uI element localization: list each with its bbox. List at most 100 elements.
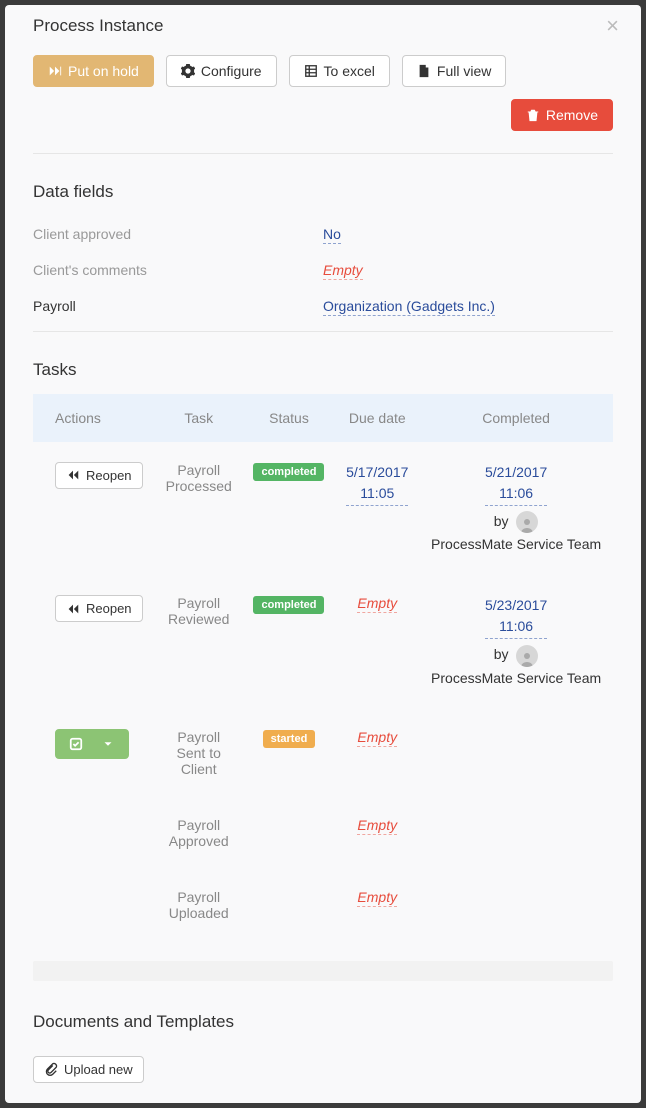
task-due-cell: Empty xyxy=(335,869,419,941)
toolbar: Put on hold Configure To excel Full view xyxy=(5,37,641,153)
col-status: Status xyxy=(243,394,336,442)
file-icon xyxy=(417,64,431,78)
data-field-row: Client's commentsEmpty xyxy=(33,252,613,288)
task-status-cell: started xyxy=(243,709,336,797)
task-name: PayrollSent toClient xyxy=(155,709,243,797)
documents-title: Documents and Templates xyxy=(33,1012,613,1032)
task-status-cell xyxy=(243,797,336,869)
completed-by-line: by xyxy=(429,643,603,666)
avatar-icon xyxy=(516,645,538,667)
task-status-cell: completed xyxy=(243,442,336,576)
task-row: PayrollUploaded Empty xyxy=(33,869,613,941)
tasks-table: Actions Task Status Due date Completed R… xyxy=(33,394,613,941)
task-action-cell xyxy=(33,709,155,797)
data-field-row: Client approvedNo xyxy=(33,216,613,252)
task-due-cell: Empty xyxy=(335,575,419,709)
documents-section: Documents and Templates Upload new xyxy=(5,984,641,1103)
remove-label: Remove xyxy=(546,107,598,123)
reopen-label: Reopen xyxy=(86,468,132,483)
task-completed-cell: 5/21/201711:06 by ProcessMate Service Tea… xyxy=(419,442,613,576)
task-completed-cell: 5/23/201711:06 by ProcessMate Service Tea… xyxy=(419,575,613,709)
data-field-value[interactable]: Empty xyxy=(323,252,613,288)
task-action-cell: Reopen xyxy=(33,442,155,576)
check-square-icon xyxy=(69,737,83,751)
put-on-hold-button[interactable]: Put on hold xyxy=(33,55,154,87)
data-field-label: Client's comments xyxy=(33,252,323,288)
reopen-label: Reopen xyxy=(86,601,132,616)
col-task: Task xyxy=(155,394,243,442)
fast-forward-icon xyxy=(48,64,62,78)
data-field-label: Client approved xyxy=(33,216,323,252)
task-completed-cell xyxy=(419,709,613,797)
col-due: Due date xyxy=(335,394,419,442)
horizontal-scrollbar[interactable] xyxy=(33,961,613,981)
data-field-row: PayrollOrganization (Gadgets Inc.) xyxy=(33,288,613,324)
completed-date-link[interactable]: 5/23/201711:06 xyxy=(485,595,547,639)
task-row: PayrollSent toClient started Empty xyxy=(33,709,613,797)
full-view-label: Full view xyxy=(437,63,491,79)
completed-by-name: ProcessMate Service Team xyxy=(429,533,603,555)
data-field-value[interactable]: Organization (Gadgets Inc.) xyxy=(323,288,613,324)
data-fields-table: Client approvedNoClient's commentsEmptyP… xyxy=(33,216,613,324)
upload-new-button[interactable]: Upload new xyxy=(33,1056,144,1083)
completed-date-link[interactable]: 5/21/201711:06 xyxy=(485,462,547,506)
empty-value[interactable]: Empty xyxy=(357,817,397,835)
tasks-section: Tasks Actions Task Status Due date Compl… xyxy=(5,332,641,981)
process-instance-modal: Process Instance × Put on hold Configure xyxy=(5,5,641,1103)
value-link[interactable]: No xyxy=(323,226,341,244)
task-name: PayrollApproved xyxy=(155,797,243,869)
spreadsheet-icon xyxy=(304,64,318,78)
task-action-cell xyxy=(33,797,155,869)
due-date-link[interactable]: 5/17/201711:05 xyxy=(346,462,408,506)
task-completed-cell xyxy=(419,797,613,869)
task-due-cell: Empty xyxy=(335,797,419,869)
modal-header: Process Instance × xyxy=(5,5,641,37)
data-fields-section: Data fields Client approvedNoClient's co… xyxy=(5,154,641,324)
reopen-button[interactable]: Reopen xyxy=(55,462,143,489)
remove-button[interactable]: Remove xyxy=(511,99,613,131)
task-action-cell: Reopen xyxy=(33,575,155,709)
configure-button[interactable]: Configure xyxy=(166,55,277,87)
col-completed: Completed xyxy=(419,394,613,442)
reopen-button[interactable]: Reopen xyxy=(55,595,143,622)
configure-label: Configure xyxy=(201,63,262,79)
empty-value[interactable]: Empty xyxy=(323,262,363,280)
completed-by-name: ProcessMate Service Team xyxy=(429,667,603,689)
tasks-title: Tasks xyxy=(33,360,613,380)
put-on-hold-label: Put on hold xyxy=(68,63,139,79)
task-row: Reopen PayrollProcessed completed 5/17/2017… xyxy=(33,442,613,576)
task-name: PayrollReviewed xyxy=(155,575,243,709)
completed-by-line: by xyxy=(429,510,603,533)
task-row: PayrollApproved Empty xyxy=(33,797,613,869)
caret-down-icon xyxy=(101,737,115,751)
task-name: PayrollUploaded xyxy=(155,869,243,941)
task-action-cell xyxy=(33,869,155,941)
task-due-cell: Empty xyxy=(335,709,419,797)
full-view-button[interactable]: Full view xyxy=(402,55,506,87)
task-name: PayrollProcessed xyxy=(155,442,243,576)
empty-value[interactable]: Empty xyxy=(357,889,397,907)
status-badge: completed xyxy=(253,596,324,614)
by-label: by xyxy=(494,646,513,662)
rewind-icon xyxy=(66,602,80,616)
status-badge: started xyxy=(263,730,316,748)
task-status-cell: completed xyxy=(243,575,336,709)
paperclip-icon xyxy=(44,1062,58,1076)
avatar-icon xyxy=(516,511,538,533)
to-excel-button[interactable]: To excel xyxy=(289,55,390,87)
data-field-value[interactable]: No xyxy=(323,216,613,252)
gear-icon xyxy=(181,64,195,78)
empty-value[interactable]: Empty xyxy=(357,729,397,747)
task-action-dropdown[interactable] xyxy=(55,729,129,759)
by-label: by xyxy=(494,513,513,529)
modal-title: Process Instance xyxy=(33,16,163,36)
close-icon[interactable]: × xyxy=(602,15,623,37)
task-completed-cell xyxy=(419,869,613,941)
value-link[interactable]: Organization (Gadgets Inc.) xyxy=(323,298,495,316)
status-badge: completed xyxy=(253,463,324,481)
to-excel-label: To excel xyxy=(324,63,375,79)
task-row: Reopen PayrollReviewed completed Empty 5/23/… xyxy=(33,575,613,709)
empty-value[interactable]: Empty xyxy=(357,595,397,613)
task-status-cell xyxy=(243,869,336,941)
data-field-label: Payroll xyxy=(33,288,323,324)
